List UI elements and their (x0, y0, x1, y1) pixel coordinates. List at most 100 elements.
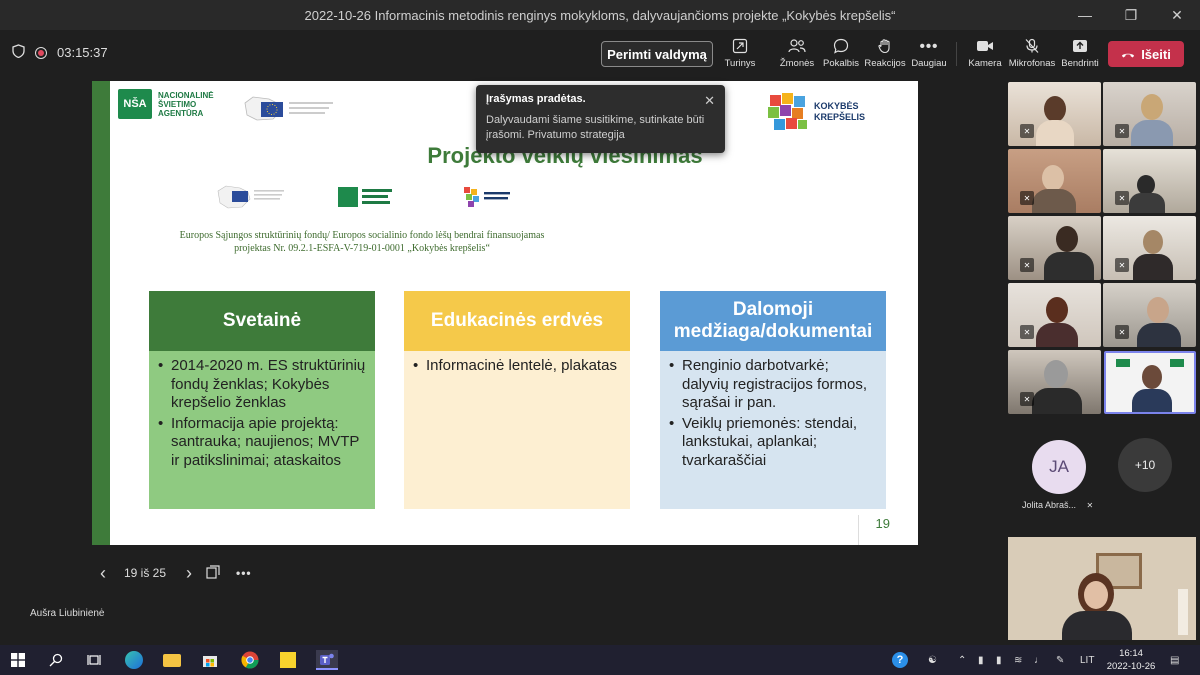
volume-icon[interactable]: ♩ (1034, 645, 1044, 675)
participant-video-tile[interactable]: ✕ (1008, 82, 1101, 146)
take-control-button[interactable]: Perimti valdymą (601, 41, 713, 67)
participant-name: Jolita Abraš... ✕ (1022, 500, 1094, 510)
reactions-icon (877, 36, 893, 56)
column-header: Dalomoji medžiaga/dokumentai (660, 291, 886, 351)
more-participants-button[interactable]: +10 (1118, 438, 1172, 492)
column-header: Edukacinės erdvės (404, 291, 630, 351)
leave-button[interactable]: Išeiti (1108, 41, 1184, 67)
list-item: Veiklų priemonės: stendai, lankstukai, a… (669, 415, 878, 471)
microphone-muted-icon: ✕ (1020, 258, 1034, 272)
task-view-icon[interactable] (84, 650, 104, 670)
taskbar-clock[interactable]: 16:14 2022-10-26 (1106, 647, 1156, 673)
microphone-muted-icon (1024, 36, 1040, 56)
toolbar-share-button[interactable]: Bendrinti (1061, 36, 1099, 74)
chrome-icon[interactable] (240, 650, 260, 670)
slide-counter: 19 iš 25 (124, 566, 167, 580)
participant-video-tile[interactable]: ✕ (1008, 149, 1101, 213)
participant-video-tile[interactable]: ✕ (1008, 350, 1101, 414)
microsoft-store-icon[interactable] (200, 650, 220, 670)
microphone-muted-icon: ✕ (1115, 258, 1129, 272)
sticky-notes-icon[interactable] (278, 650, 298, 670)
toast-body[interactable]: Dalyvaudami šiame susitikime, sutinkate … (486, 113, 715, 143)
maximize-icon[interactable]: ❐ (1108, 0, 1154, 30)
windows-taskbar: ? ☯ ⌃ ▮ ▮ ≋ ♩ ✎ LIT 16:14 2022-10-26 ▤ (0, 645, 1200, 675)
window-title: 2022-10-26 Informacinis metodinis rengin… (304, 7, 896, 23)
list-item: 2014-2020 m. ES struktūrinių fondų ženkl… (158, 357, 367, 413)
slide-mini-logos (217, 185, 510, 209)
toolbar-people-button[interactable]: Žmonės (780, 36, 814, 74)
windows-start-icon[interactable] (8, 650, 28, 670)
help-icon[interactable]: ? (892, 645, 908, 675)
search-icon[interactable] (46, 650, 66, 670)
toolbar-content-button[interactable]: Turinys (724, 36, 756, 74)
chevron-up-icon[interactable]: ⌃ (958, 645, 966, 675)
share-screen-icon (732, 36, 748, 56)
puzzle-icon (768, 93, 807, 130)
close-icon[interactable]: ✕ (704, 93, 715, 109)
participant-video-tile[interactable]: ✕ (1103, 149, 1196, 213)
column-svetaine: Svetainė 2014-2020 m. ES struktūrinių fo… (149, 291, 375, 509)
slide-grid-icon[interactable] (206, 564, 220, 582)
notifications-icon[interactable]: ▤ (1170, 645, 1179, 675)
microphone-muted-icon: ✕ (1020, 191, 1034, 205)
participant-video-tile[interactable]: ✕ (1103, 283, 1196, 347)
toolbar-reactions-button[interactable]: Reakcijos (864, 36, 906, 74)
toolbar-chat-button[interactable]: Pokalbis (823, 36, 859, 74)
chevron-right-icon[interactable]: › (186, 563, 192, 584)
column-body: Renginio darbotvarkė; dalyvių registraci… (660, 351, 886, 509)
kokybes-krepselis-logo: KOKYBĖS KREPŠELIS (766, 91, 868, 133)
close-icon[interactable]: ✕ (1154, 0, 1200, 30)
people-tray-icon[interactable]: ☯ (928, 645, 937, 675)
self-view-video[interactable] (1008, 537, 1196, 640)
recording-icon (35, 46, 47, 59)
slide-navigation: ‹ 19 iš 25 › ••• (100, 563, 252, 583)
teams-icon[interactable] (316, 650, 338, 670)
participant-video-tile[interactable]: ✕ (1103, 82, 1196, 146)
recording-started-toast: Įrašymas pradėtas. Dalyvaudami šiame sus… (476, 85, 725, 153)
minimize-icon[interactable]: — (1062, 0, 1108, 30)
people-icon (788, 36, 806, 56)
slide-number-divider (858, 515, 859, 545)
usb-icon[interactable]: ▮ (978, 645, 984, 675)
pen-icon[interactable]: ✎ (1056, 645, 1064, 675)
column-dalomoji-medziaga: Dalomoji medžiaga/dokumentai Renginio da… (660, 291, 886, 509)
phone-hangup-icon (1121, 47, 1135, 62)
microphone-muted-icon: ✕ (1115, 124, 1129, 138)
window-titlebar: 2022-10-26 Informacinis metodinis rengin… (0, 0, 1200, 30)
participant-video-tile[interactable]: ✕ (1103, 216, 1196, 280)
microphone-muted-icon: ✕ (1020, 325, 1034, 339)
toolbar-separator (956, 42, 957, 66)
file-explorer-icon[interactable] (162, 650, 182, 670)
share-icon (1072, 36, 1088, 56)
language-indicator[interactable]: LIT (1080, 645, 1094, 675)
nsa-logo: NŠA NACIONALINĖ ŠVIETIMO AGENTŪRA (118, 89, 228, 119)
toolbar-camera-button[interactable]: Kamera (968, 36, 1002, 74)
list-item: Renginio darbotvarkė; dalyvių registraci… (669, 357, 878, 413)
microphone-muted-icon: ✕ (1020, 392, 1034, 406)
participant-video-tile[interactable]: ✕ (1008, 216, 1101, 280)
toolbar-more-button[interactable]: ••• Daugiau (911, 36, 946, 74)
toolbar-microphone-button[interactable]: Mikrofonas (1009, 36, 1055, 74)
funding-statement: Europos Sąjungos struktūrinių fondų/ Eur… (179, 230, 545, 254)
more-icon[interactable]: ••• (236, 566, 252, 580)
more-icon: ••• (919, 37, 939, 55)
meeting-timer: 03:15:37 (57, 45, 108, 60)
column-header: Svetainė (149, 291, 375, 351)
shield-icon (12, 44, 25, 61)
column-edukacines-erdves: Edukacinės erdvės Informacinė lentelė, p… (404, 291, 630, 509)
list-item: Informacinė lentelė, plakatas (413, 357, 622, 376)
wifi-icon[interactable]: ≋ (1014, 645, 1022, 675)
camera-icon (976, 36, 994, 56)
microphone-muted-icon: ✕ (1020, 124, 1034, 138)
participant-video-tile[interactable]: ✕ (1008, 283, 1101, 347)
edge-browser-icon[interactable] (124, 650, 144, 670)
participant-video-tile-active-speaker[interactable] (1104, 351, 1196, 414)
chevron-left-icon[interactable]: ‹ (100, 563, 106, 584)
avatar[interactable]: JA (1032, 440, 1086, 494)
battery-icon[interactable]: ▮ (996, 645, 1002, 675)
list-item: Informacija apie projektą: santrauka; na… (158, 415, 367, 471)
microphone-muted-icon: ✕ (1115, 325, 1129, 339)
presenter-name: Aušra Liubinienė (30, 608, 105, 619)
meeting-toolbar: 03:15:37 Perimti valdymą Turinys Žmonės … (0, 30, 1200, 78)
column-body: 2014-2020 m. ES struktūrinių fondų ženkl… (149, 351, 375, 509)
